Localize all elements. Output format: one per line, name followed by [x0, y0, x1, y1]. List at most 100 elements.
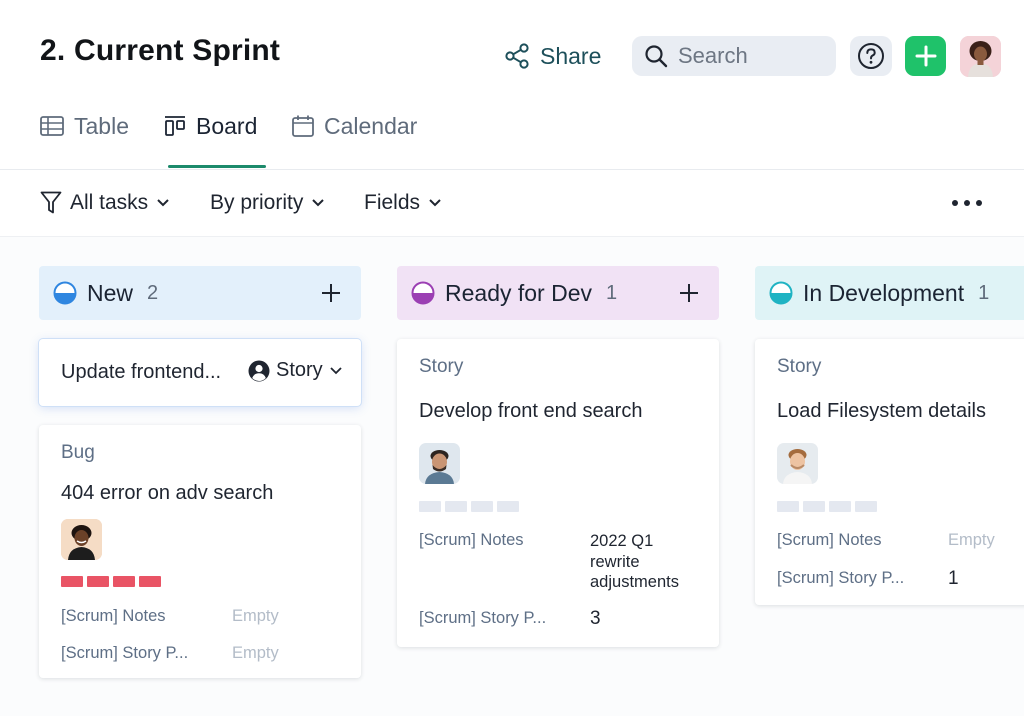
card-title: Load Filesystem details [777, 400, 986, 422]
plus-icon [322, 284, 340, 302]
more-dot-icon [952, 200, 958, 206]
search-icon [645, 45, 668, 68]
fields-label: Fields [364, 191, 421, 214]
add-card-button[interactable] [675, 279, 703, 307]
tab-board[interactable]: Board [164, 108, 257, 144]
field-label: [Scrum] Notes [777, 531, 882, 549]
filter-dropdown[interactable]: All tasks [40, 188, 170, 218]
board-icon [165, 116, 185, 136]
field-label: [Scrum] Story P... [419, 609, 547, 627]
assignee-avatar[interactable] [419, 443, 460, 484]
column-count: 1 [606, 281, 618, 304]
tab-table[interactable]: Table [40, 108, 129, 144]
card-type-label: Story [276, 359, 323, 381]
priority-bar [803, 501, 825, 512]
quick-add-card[interactable]: Update frontend... Story [39, 339, 361, 406]
chevron-down-icon [330, 366, 342, 374]
field-value[interactable]: Empty [232, 644, 279, 663]
column-title: In Development [803, 279, 965, 306]
column-header-new: New 2 [39, 266, 361, 320]
assignee-avatar[interactable] [777, 443, 818, 484]
share-button[interactable]: Share [504, 40, 601, 72]
field-label: [Scrum] Notes [61, 607, 166, 625]
search-box[interactable] [632, 36, 836, 76]
tab-calendar-label: Calendar [324, 112, 418, 139]
field-value[interactable]: 1 [948, 568, 959, 590]
field-value[interactable]: Empty [232, 607, 279, 626]
chevron-down-icon [429, 199, 441, 207]
card-title: Develop front end search [419, 400, 643, 422]
priority-indicator [419, 501, 519, 512]
tab-calendar[interactable]: Calendar [292, 108, 417, 144]
priority-bar [61, 576, 83, 587]
priority-indicator [777, 501, 877, 512]
field-value-line: 2022 Q1 [590, 532, 654, 550]
user-circle-icon [248, 360, 270, 381]
add-card-button[interactable] [317, 279, 345, 307]
task-card[interactable]: Story Load Filesystem details [Scrum] No… [755, 339, 1024, 605]
card-type-select[interactable]: Story [248, 359, 343, 382]
filter-label: All tasks [70, 191, 149, 214]
priority-bar [87, 576, 109, 587]
plus-icon [915, 45, 936, 67]
tab-board-label: Board [196, 112, 258, 139]
priority-bar [445, 501, 467, 512]
group-by-dropdown[interactable]: By priority [210, 188, 325, 218]
task-card[interactable]: Story Develop front end search [Scrum] N… [397, 339, 719, 647]
help-button[interactable] [850, 36, 892, 76]
fields-dropdown[interactable]: Fields [364, 188, 442, 218]
field-value[interactable]: 2022 Q1 rewrite adjustments [590, 531, 679, 593]
card-type: Bug [61, 442, 95, 463]
user-avatar-image [960, 36, 1001, 77]
card-type: Story [777, 356, 822, 377]
column-count: 2 [147, 281, 159, 304]
tab-table-label: Table [74, 112, 129, 139]
priority-bar [419, 501, 441, 512]
card-title: 404 error on adv search [61, 482, 274, 504]
table-icon [40, 116, 64, 136]
assignee-avatar-image [777, 443, 818, 484]
share-label: Share [540, 42, 602, 69]
field-value-line: rewrite [590, 552, 640, 571]
field-label: [Scrum] Story P... [61, 644, 189, 662]
user-avatar[interactable] [960, 36, 1001, 77]
priority-bar [471, 501, 493, 512]
assignee-avatar-image [61, 519, 102, 560]
field-label: [Scrum] Notes [419, 531, 524, 549]
priority-bar [829, 501, 851, 512]
priority-bar [113, 576, 135, 587]
column-header-ready-for-dev: Ready for Dev 1 [397, 266, 719, 320]
tabs-divider [0, 169, 1024, 170]
chevron-down-icon [157, 199, 169, 207]
assignee-avatar-image [419, 443, 460, 484]
card-type: Story [419, 356, 464, 377]
priority-indicator [61, 576, 161, 587]
field-value[interactable]: 3 [590, 608, 601, 630]
more-options-button[interactable] [952, 194, 982, 212]
share-icon [505, 43, 529, 69]
status-new-icon [53, 281, 77, 305]
plus-icon [680, 284, 698, 302]
column-title: Ready for Dev [445, 279, 593, 306]
status-ready-icon [411, 281, 435, 305]
create-button[interactable] [905, 36, 946, 76]
field-value-line: adjustments [590, 573, 679, 591]
group-by-label: By priority [210, 191, 304, 214]
task-card[interactable]: Bug 404 error on adv search [Scrum] Note… [39, 425, 361, 678]
more-dot-icon [976, 200, 982, 206]
priority-bar [855, 501, 877, 512]
field-label: [Scrum] Story P... [777, 569, 905, 587]
help-icon [858, 43, 884, 69]
quick-add-input[interactable]: Update frontend... [61, 361, 221, 384]
field-value[interactable]: Empty [948, 531, 995, 550]
calendar-icon [292, 115, 314, 137]
search-input[interactable] [678, 43, 828, 69]
priority-bar [497, 501, 519, 512]
page-title: 2. Current Sprint [40, 34, 281, 67]
column-header-in-development: In Development 1 [755, 266, 1024, 320]
column-title: New [87, 279, 134, 306]
priority-bar [777, 501, 799, 512]
assignee-avatar[interactable] [61, 519, 102, 560]
more-dot-icon [964, 200, 970, 206]
active-tab-indicator [168, 165, 266, 168]
